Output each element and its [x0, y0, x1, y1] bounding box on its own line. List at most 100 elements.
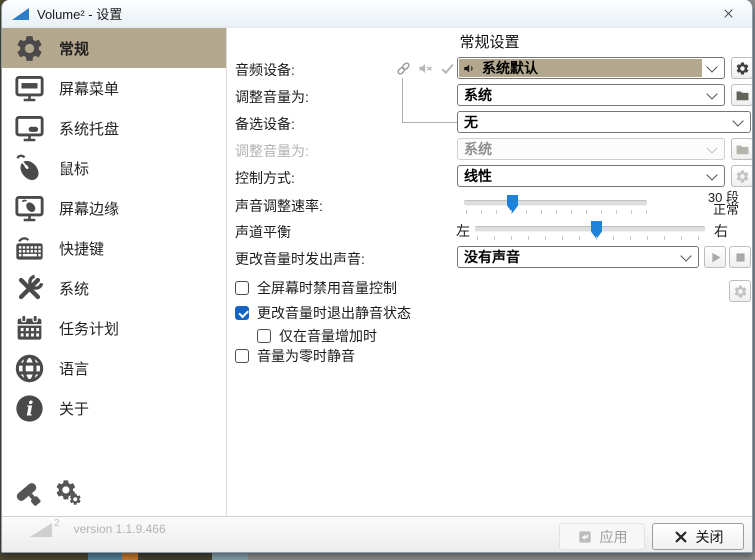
- mouse-icon: [14, 153, 45, 184]
- sidebar-item-label: 系统: [59, 278, 89, 299]
- gear-icon: [735, 61, 750, 76]
- gear-icon: [14, 33, 45, 64]
- gears-icon[interactable]: [54, 478, 84, 508]
- sidebar-item-screen-edge[interactable]: 屏幕边缘: [2, 188, 226, 228]
- tools-icon: [14, 273, 45, 304]
- screen-edge-icon: [14, 193, 45, 224]
- screen-menu-icon: [14, 73, 45, 104]
- audio-device-value: 系统默认: [477, 59, 538, 77]
- version-text: version 1.1.9.466: [74, 522, 166, 536]
- checkbox-mute-at-zero[interactable]: 音量为零时静音: [235, 346, 355, 366]
- mute-icon[interactable]: [415, 58, 435, 78]
- checkbox-unmute-on-change[interactable]: 更改音量时退出静音状态: [235, 303, 411, 323]
- adjust-volume-alt-value: 系统: [459, 140, 492, 158]
- checkbox-checked-icon: [235, 306, 249, 320]
- folder-icon: [735, 142, 750, 157]
- sidebar-item-label: 快捷键: [59, 238, 104, 259]
- fallback-device-label: 备选设备:: [235, 114, 295, 134]
- sidebar-item-label: 系统托盘: [59, 118, 119, 139]
- adjust-volume-alt-browse-button: [731, 138, 753, 160]
- audio-device-settings-button[interactable]: [731, 57, 753, 79]
- chevron-down-icon: [706, 88, 717, 99]
- control-method-label: 控制方式:: [235, 168, 295, 188]
- x-icon: [673, 529, 689, 545]
- stop-icon: [733, 250, 748, 265]
- sidebar-item-screen-menu[interactable]: 屏幕菜单: [2, 68, 226, 108]
- adjust-volume-value: 系统: [459, 86, 492, 104]
- rate-label: 声音调整速率:: [235, 196, 323, 216]
- system-tray-icon: [14, 113, 45, 144]
- sidebar-item-about[interactable]: 关于: [2, 388, 226, 428]
- close-button[interactable]: 关闭: [652, 523, 744, 550]
- rate-value: 30 段 正常: [675, 192, 739, 216]
- link-connector-line: [402, 78, 457, 123]
- checkbox-disable-fullscreen[interactable]: 全屏幕时禁用音量控制: [235, 278, 397, 298]
- audio-device-dropdown[interactable]: 系统默认: [457, 57, 725, 79]
- balance-left-label: 左: [456, 221, 470, 241]
- window-close-button[interactable]: [712, 3, 744, 24]
- stop-sound-button[interactable]: [729, 246, 751, 268]
- sidebar-item-system[interactable]: 系统: [2, 268, 226, 308]
- balance-slider-track[interactable]: [475, 226, 705, 232]
- sidebar-item-system-tray[interactable]: 系统托盘: [2, 108, 226, 148]
- checkbox-icon: [235, 281, 249, 295]
- control-method-value: 线性: [459, 167, 492, 185]
- play-sound-button[interactable]: [704, 246, 726, 268]
- version-area: 2 version 1.1.9.466: [30, 523, 166, 537]
- fallback-device-value: 无: [459, 113, 478, 131]
- adjust-volume-label: 调整音量为:: [235, 87, 309, 107]
- link-icon[interactable]: [393, 58, 413, 78]
- checkbox-only-on-increase[interactable]: 仅在音量增加时: [257, 326, 377, 346]
- sidebar-item-scheduler[interactable]: 任务计划: [2, 308, 226, 348]
- chevron-down-icon: [706, 61, 717, 72]
- fallback-device-dropdown[interactable]: 无: [457, 111, 751, 133]
- globe-icon: [14, 353, 45, 384]
- paint-roller-icon[interactable]: [14, 478, 44, 508]
- adjust-volume-alt-dropdown: 系统: [457, 138, 725, 160]
- change-sound-dropdown[interactable]: 没有声音: [457, 246, 699, 268]
- gear-icon: [733, 284, 748, 299]
- adjust-volume-alt-label: 调整音量为:: [235, 141, 309, 161]
- sidebar-item-language[interactable]: 语言: [2, 348, 226, 388]
- balance-label: 声道平衡: [235, 222, 291, 242]
- status-bar: 2 version 1.1.9.466 应用 关闭: [2, 516, 752, 553]
- extra-settings-button[interactable]: [729, 280, 751, 302]
- title-bar: Volume² - 设置: [2, 0, 752, 28]
- gear-icon: [735, 169, 750, 184]
- control-method-settings-button[interactable]: [731, 165, 753, 187]
- check-icon[interactable]: [437, 58, 457, 78]
- checkbox-icon: [235, 349, 249, 363]
- sidebar: 常规 屏幕菜单 系统托盘 鼠标 屏幕边缘 快捷键: [2, 28, 227, 516]
- balance-slider-ticks: [477, 236, 705, 240]
- speaker-icon: [462, 61, 477, 76]
- sidebar-tools: [14, 478, 84, 508]
- info-icon: [14, 393, 45, 424]
- sidebar-item-label: 语言: [59, 358, 89, 379]
- sidebar-item-label: 鼠标: [59, 158, 89, 179]
- control-method-dropdown[interactable]: 线性: [457, 165, 725, 187]
- balance-right-label: 右: [714, 221, 728, 241]
- logo-superscript: 2: [54, 518, 60, 529]
- chevron-down-icon: [706, 169, 717, 180]
- sidebar-item-hotkeys[interactable]: 快捷键: [2, 228, 226, 268]
- play-icon: [708, 250, 723, 265]
- sidebar-item-label: 任务计划: [59, 318, 119, 339]
- sidebar-item-label: 关于: [59, 398, 89, 419]
- audio-device-label: 音频设备:: [235, 60, 295, 80]
- calendar-icon: [14, 313, 45, 344]
- sidebar-item-label: 屏幕菜单: [59, 78, 119, 99]
- rate-slider-ticks: [466, 210, 647, 214]
- general-settings-pane: 常规设置 音频设备: 调整音量为: 备选设备: 调整音量为: 控制方式: 声音调…: [227, 28, 752, 516]
- adjust-volume-dropdown[interactable]: 系统: [457, 84, 725, 106]
- adjust-volume-browse-button[interactable]: [731, 84, 753, 106]
- settings-window: Volume² - 设置 常规 屏幕菜单 系统托盘 鼠标 屏幕边缘: [1, 0, 753, 553]
- apply-button: 应用: [559, 523, 645, 550]
- change-sound-value: 没有声音: [459, 248, 520, 266]
- change-sound-label: 更改音量时发出声音:: [235, 249, 365, 269]
- sidebar-item-general[interactable]: 常规: [2, 28, 226, 68]
- close-icon: [722, 7, 735, 20]
- sidebar-item-mouse[interactable]: 鼠标: [2, 148, 226, 188]
- app-logo-gray-icon: [30, 523, 52, 537]
- rate-slider-track[interactable]: [464, 200, 647, 206]
- enter-icon: [577, 529, 593, 545]
